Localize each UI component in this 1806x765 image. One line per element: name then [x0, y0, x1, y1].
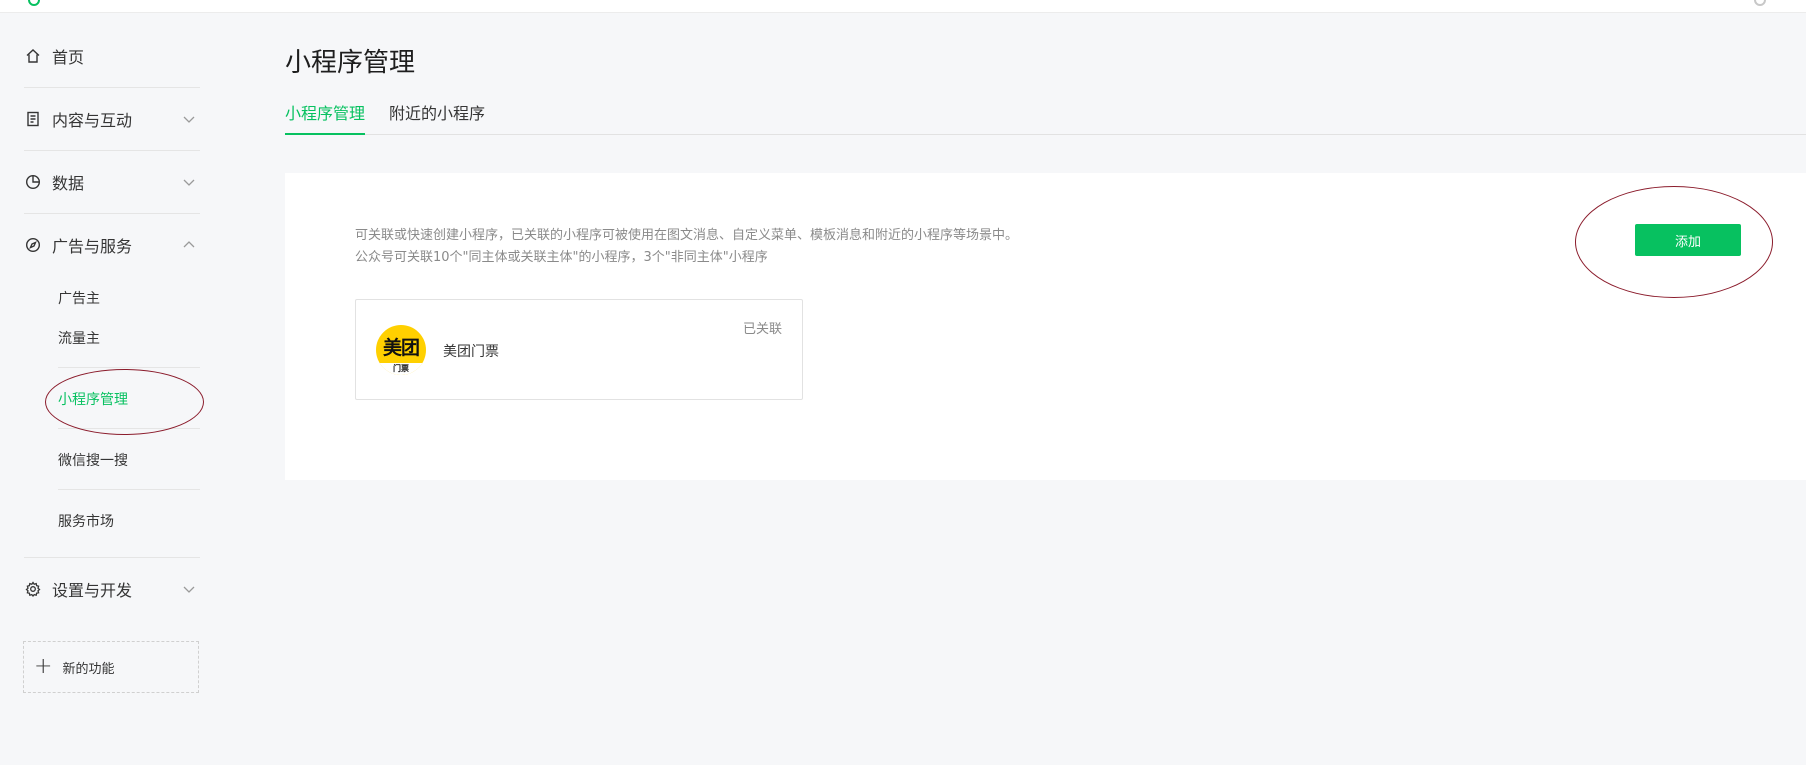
new-feature-button[interactable]: + 新的功能: [23, 641, 199, 693]
add-button[interactable]: 添加: [1635, 224, 1741, 256]
app-name: 美团门票: [443, 344, 499, 360]
document-icon: [24, 110, 42, 128]
chevron-down-icon: [182, 112, 196, 126]
sidebar-subitem-service-market[interactable]: 服务市场: [58, 511, 114, 531]
sidebar-item-settings[interactable]: 设置与开发: [24, 574, 200, 604]
divider: [24, 150, 200, 151]
main-panel: 可关联或快速创建小程序，已关联的小程序可被使用在图文消息、自定义菜单、模板消息和…: [285, 173, 1806, 480]
compass-icon: [24, 236, 42, 254]
divider: [58, 489, 200, 490]
divider: [24, 213, 200, 214]
description: 可关联或快速创建小程序，已关联的小程序可被使用在图文消息、自定义菜单、模板消息和…: [355, 225, 1018, 269]
tab-miniprogram-management[interactable]: 小程序管理: [285, 100, 366, 135]
new-feature-label: 新的功能: [62, 661, 115, 677]
pie-chart-icon: [24, 173, 42, 191]
sidebar: 首页 内容与互动 数据 广告与服务 广告主 流量主 小程序管理 微信搜一搜 服务…: [0, 12, 200, 765]
sidebar-item-label: 首页: [52, 48, 85, 67]
sidebar-item-ads[interactable]: 广告与服务: [24, 230, 200, 260]
description-line: 公众号可关联10个"同主体或关联主体"的小程序，3个"非同主体"小程序: [355, 250, 768, 265]
gear-icon: [24, 580, 42, 598]
page-title: 小程序管理: [285, 48, 416, 78]
sidebar-subitem-publisher[interactable]: 流量主: [58, 328, 100, 348]
divider: [24, 557, 200, 558]
linked-app-card[interactable]: 美团 门票 美团门票 已关联: [355, 299, 803, 400]
sidebar-item-home[interactable]: 首页: [24, 41, 200, 71]
logo-icon: [28, 0, 40, 6]
sidebar-item-content[interactable]: 内容与互动: [24, 104, 200, 134]
sidebar-subitem-advertiser[interactable]: 广告主: [58, 288, 100, 308]
home-icon: [24, 47, 42, 65]
sidebar-item-label: 内容与互动: [52, 111, 133, 130]
sidebar-item-label: 数据: [52, 174, 85, 193]
chevron-up-icon: [182, 238, 196, 252]
tab-nearby-miniprograms[interactable]: 附近的小程序: [389, 100, 485, 133]
sidebar-item-label: 设置与开发: [52, 581, 133, 600]
divider: [24, 87, 200, 88]
sidebar-item-data[interactable]: 数据: [24, 167, 200, 197]
sidebar-item-label: 广告与服务: [52, 237, 133, 256]
divider: [58, 367, 200, 368]
top-bar: [0, 0, 1806, 13]
account-icon[interactable]: [1754, 0, 1766, 6]
sidebar-subitem-search[interactable]: 微信搜一搜: [58, 450, 128, 470]
status-badge: 已关联: [742, 322, 782, 337]
description-line: 可关联或快速创建小程序，已关联的小程序可被使用在图文消息、自定义菜单、模板消息和…: [355, 228, 1019, 243]
tab-bar: 小程序管理 附近的小程序: [285, 100, 1806, 135]
chevron-down-icon: [182, 582, 196, 596]
chevron-down-icon: [182, 175, 196, 189]
sidebar-subitem-miniprogram[interactable]: 小程序管理: [58, 389, 128, 409]
plus-icon: +: [34, 654, 53, 679]
divider: [58, 428, 200, 429]
app-logo: 美团 门票: [376, 325, 426, 375]
